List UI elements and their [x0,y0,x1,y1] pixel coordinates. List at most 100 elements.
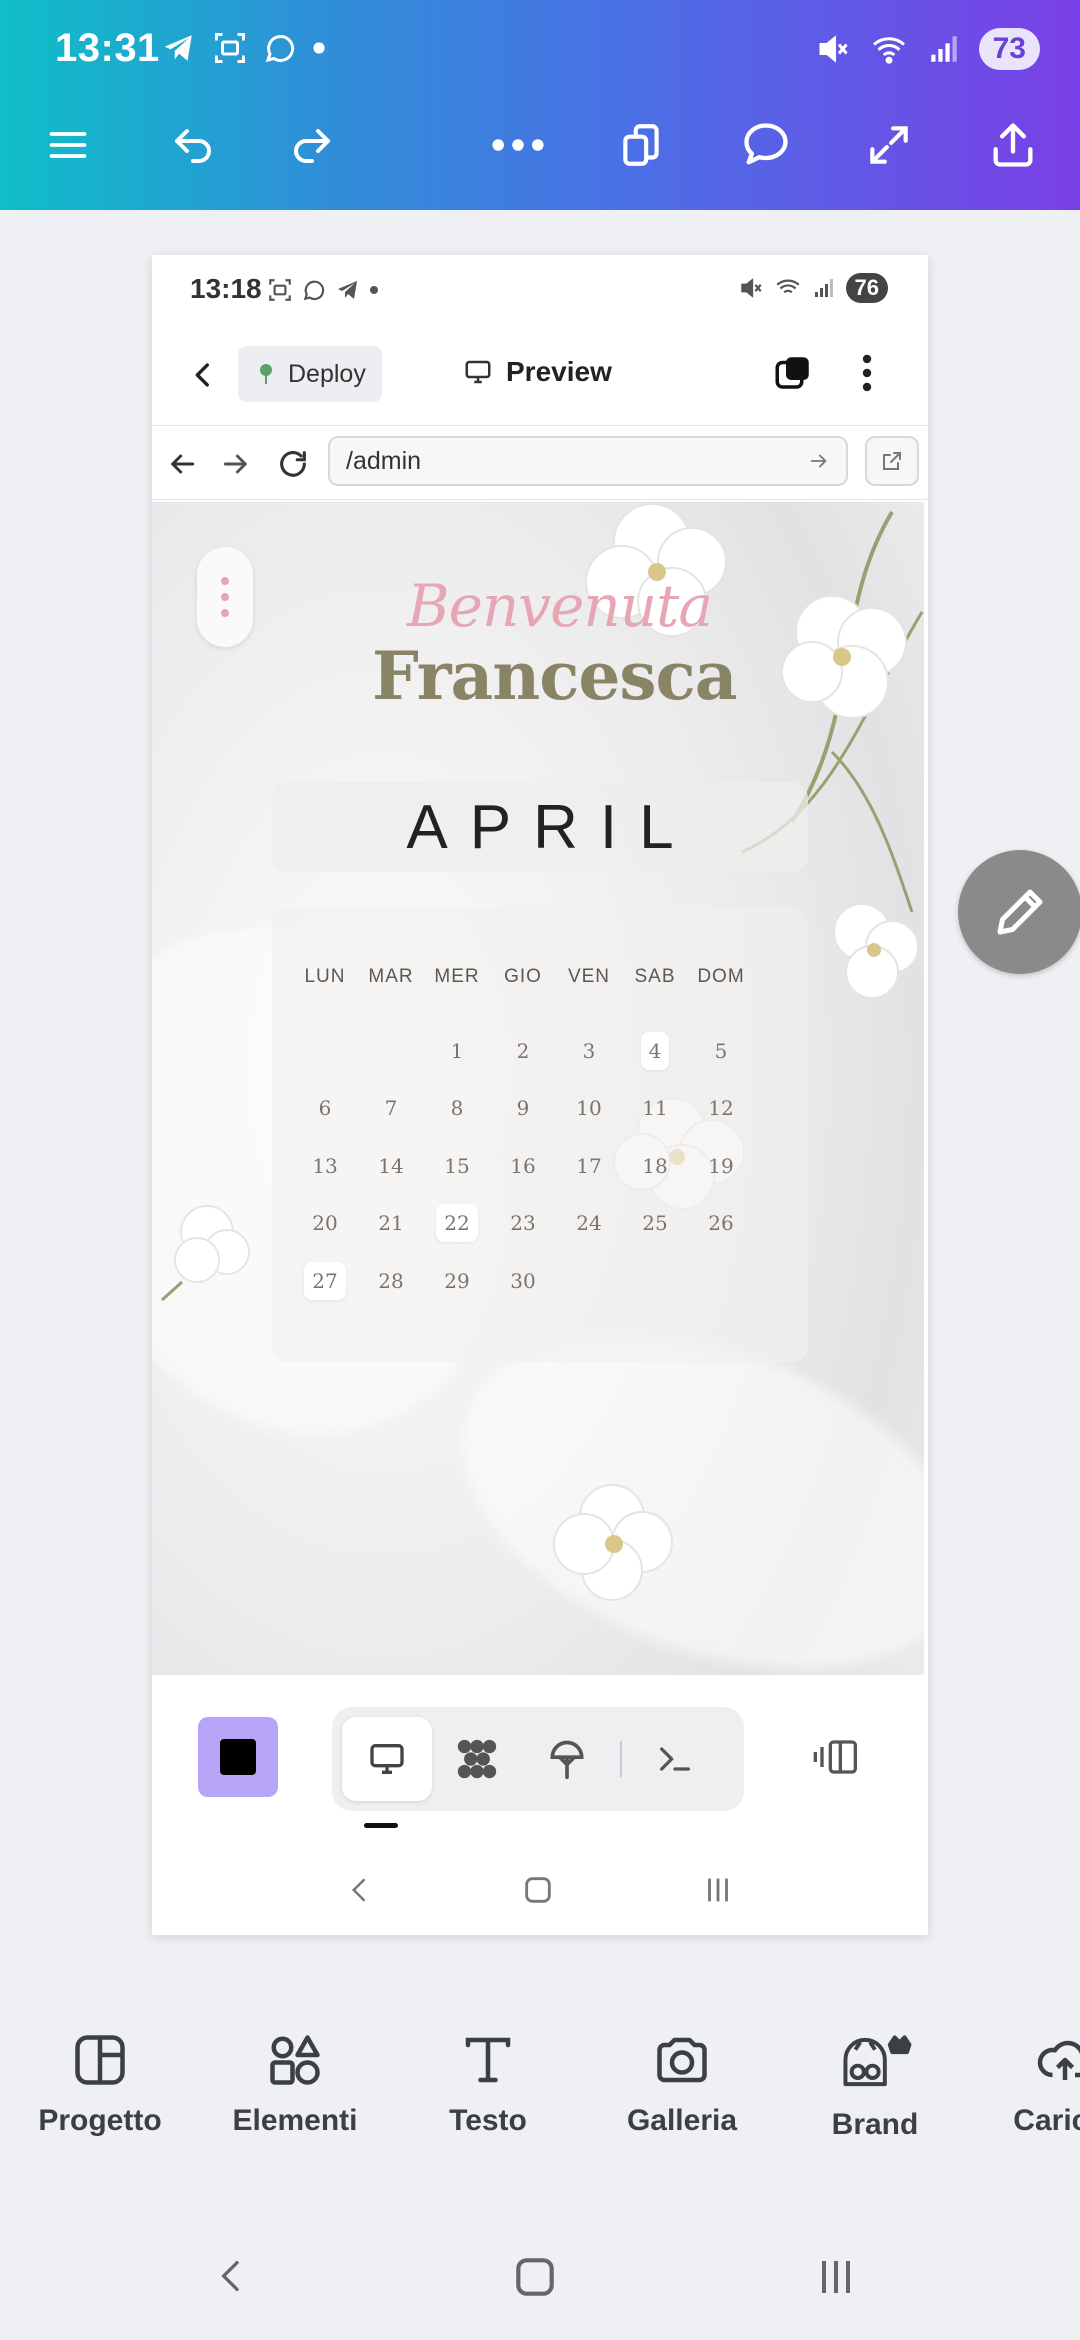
open-external-button[interactable] [865,436,919,486]
tool-brand[interactable]: Brand [785,2030,965,2142]
calendar-day-number: 18 [642,1153,668,1178]
nav-back-icon[interactable] [345,1872,375,1908]
calendar-day[interactable]: 2 [490,1039,556,1063]
calendar-day[interactable]: 17 [556,1154,622,1178]
calendar-day-number: 9 [516,1096,530,1121]
preview-label: Preview [506,356,612,387]
comment-button[interactable] [726,105,806,185]
calendar-day[interactable]: 13 [292,1154,358,1178]
calendar-day-number: 17 [576,1153,602,1178]
back-arrow-icon[interactable] [186,358,220,392]
tool-label: Galleria [626,2104,738,2137]
calendar-day[interactable]: 12 [688,1096,754,1120]
tabs-icon[interactable] [772,352,814,394]
menu-button[interactable] [28,105,108,185]
calendar-day[interactable]: 16 [490,1154,556,1178]
weekday-label: DOM [697,966,745,987]
calendar-day[interactable]: 4 [622,1031,688,1070]
tool-galleria[interactable]: Galleria [592,2030,772,2138]
edit-fab[interactable] [958,850,1080,974]
view-preview-button[interactable] [342,1717,432,1801]
calendar-day[interactable]: 6 [292,1096,358,1120]
calendar-day[interactable]: 18 [622,1154,688,1178]
calendar-day[interactable]: 5 [688,1039,754,1063]
go-arrow-icon[interactable] [808,450,830,472]
floating-menu-button[interactable] [197,547,253,647]
editor-tools-bar: Progetto Elementi Testo Galleria Brand C… [0,2030,1080,2180]
tool-caricamenti[interactable]: Caricar [975,2030,1080,2138]
url-input[interactable]: /admin [328,436,848,486]
stop-button[interactable] [198,1717,278,1797]
wifi-icon [775,279,800,294]
calendar-day[interactable]: 11 [622,1096,688,1120]
tool-testo[interactable]: Testo [398,2030,578,2138]
design-preview-frame[interactable]: 13:18 76 Deploy Preview /admin Francesca… [152,255,928,1935]
calendar-day[interactable]: 3 [556,1039,622,1063]
calendar-day-number: 14 [378,1153,404,1178]
inner-status-time: 13:18 [190,273,262,304]
inner-app-bar: Deploy Preview [152,330,928,420]
reload-icon[interactable] [276,447,310,481]
calendar-day[interactable]: 24 [556,1211,622,1235]
calendar-day[interactable]: 10 [556,1096,622,1120]
calendar-day[interactable]: 27 [292,1261,358,1300]
expand-icon [870,126,908,164]
calendar-day[interactable]: 19 [688,1154,754,1178]
deploy-button[interactable]: Deploy [238,346,382,402]
redo-button[interactable] [272,105,352,185]
calendar-day[interactable]: 14 [358,1154,424,1178]
calendar-day[interactable]: 8 [424,1096,490,1120]
undo-button[interactable] [153,105,233,185]
view-console-button[interactable] [630,1717,720,1801]
calendar-day[interactable]: 21 [358,1211,424,1235]
calendar-day[interactable]: 29 [424,1269,490,1293]
calendar-day[interactable]: 1 [424,1039,490,1063]
screenshot-icon [215,33,245,63]
calendar-day-number: 8 [450,1096,464,1121]
nav-forward-icon[interactable] [220,448,252,480]
calendar-day[interactable]: 23 [490,1211,556,1235]
calendar-day[interactable]: 15 [424,1154,490,1178]
kebab-menu-icon[interactable] [852,352,882,394]
calendar-day-number: 3 [582,1038,596,1063]
calendar-day[interactable]: 30 [490,1269,556,1293]
calendar-day-number: 11 [642,1096,668,1121]
more-button[interactable] [478,105,558,185]
nav-recents-icon[interactable] [812,2252,860,2302]
calendar-day[interactable]: 26 [688,1211,754,1235]
deploy-tree-icon [260,364,272,384]
calendar-day-number: 15 [444,1153,470,1178]
monitor-icon [370,1744,404,1774]
toggle-panel-button[interactable] [807,1727,867,1787]
mute-icon [740,278,762,298]
preview-tab[interactable]: Preview [462,356,612,388]
calendar-day-number: 10 [576,1096,602,1121]
calendar-day[interactable]: 22 [424,1204,490,1243]
tool-progetto[interactable]: Progetto [10,2030,190,2138]
view-apps-button[interactable] [432,1717,522,1801]
telegram-icon [338,281,357,299]
calendar-day[interactable]: 7 [358,1096,424,1120]
nav-home-icon[interactable] [510,2252,560,2302]
pages-button[interactable] [602,105,682,185]
calendar-day-number: 28 [378,1268,404,1293]
view-deploy-button[interactable] [522,1717,612,1801]
share-button[interactable] [973,105,1053,185]
calendar-day[interactable]: 25 [622,1211,688,1235]
calendar-day[interactable]: 28 [358,1269,424,1293]
calendar-day-number: 25 [642,1211,668,1236]
calendar-day[interactable]: 9 [490,1096,556,1120]
tool-elementi[interactable]: Elementi [205,2030,385,2138]
calendar-day[interactable]: 20 [292,1211,358,1235]
deploy-label: Deploy [288,359,366,388]
nav-back-icon[interactable] [212,2250,252,2302]
nav-recents-icon[interactable] [701,1873,735,1907]
menu-dot [221,577,229,585]
nav-home-icon[interactable] [521,1873,555,1907]
calendar-day-number: 29 [444,1268,470,1293]
system-icons: 73 [815,28,1040,70]
comment-icon [744,123,788,165]
nav-back-icon[interactable] [166,448,198,480]
fullscreen-button[interactable] [849,105,929,185]
signal-icon [814,279,833,297]
